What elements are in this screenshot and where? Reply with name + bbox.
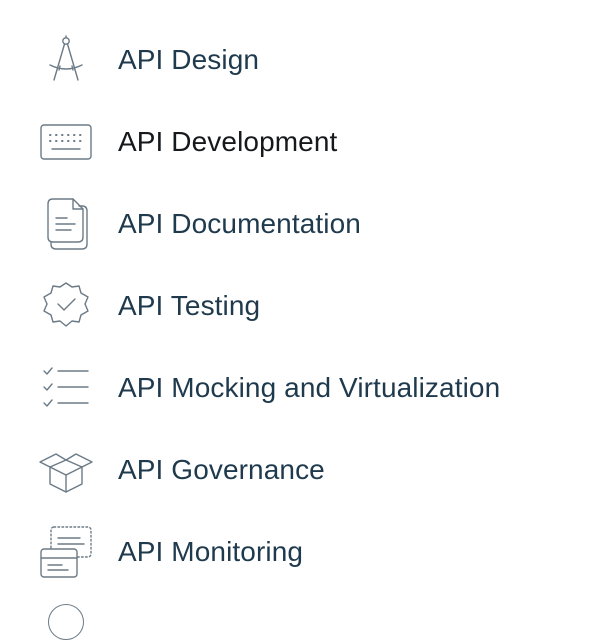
menu-item-api-testing[interactable]: API Testing bbox=[0, 265, 604, 347]
keyboard-icon bbox=[38, 114, 94, 170]
open-box-icon bbox=[38, 442, 94, 498]
next-item-icon-partial bbox=[48, 604, 84, 640]
menu-item-label: API Testing bbox=[118, 290, 261, 321]
menu-item-api-documentation[interactable]: API Documentation bbox=[0, 183, 604, 265]
menu-item-api-development[interactable]: API Development bbox=[0, 101, 604, 183]
menu-item-label: API Mocking and Virtualization bbox=[118, 372, 501, 403]
menu-item-api-governance[interactable]: API Governance bbox=[0, 429, 604, 511]
menu-item-api-mocking-and-virtualization[interactable]: API Mocking and Virtualization bbox=[0, 347, 604, 429]
monitor-cards-icon bbox=[38, 524, 94, 580]
document-icon bbox=[38, 196, 94, 252]
menu-item-label: API Design bbox=[118, 44, 260, 75]
compass-icon bbox=[38, 32, 94, 88]
menu-item-label: API Monitoring bbox=[118, 536, 304, 567]
badge-check-icon bbox=[38, 278, 94, 334]
checklist-icon bbox=[38, 360, 94, 416]
api-menu: API Design API Development API Documenta… bbox=[0, 19, 604, 593]
menu-item-label: API Governance bbox=[118, 454, 325, 485]
menu-item-api-design[interactable]: API Design bbox=[0, 19, 604, 101]
menu-item-label: API Development bbox=[118, 126, 338, 157]
menu-item-label: API Documentation bbox=[118, 208, 361, 239]
menu-item-api-monitoring[interactable]: API Monitoring bbox=[0, 511, 604, 593]
